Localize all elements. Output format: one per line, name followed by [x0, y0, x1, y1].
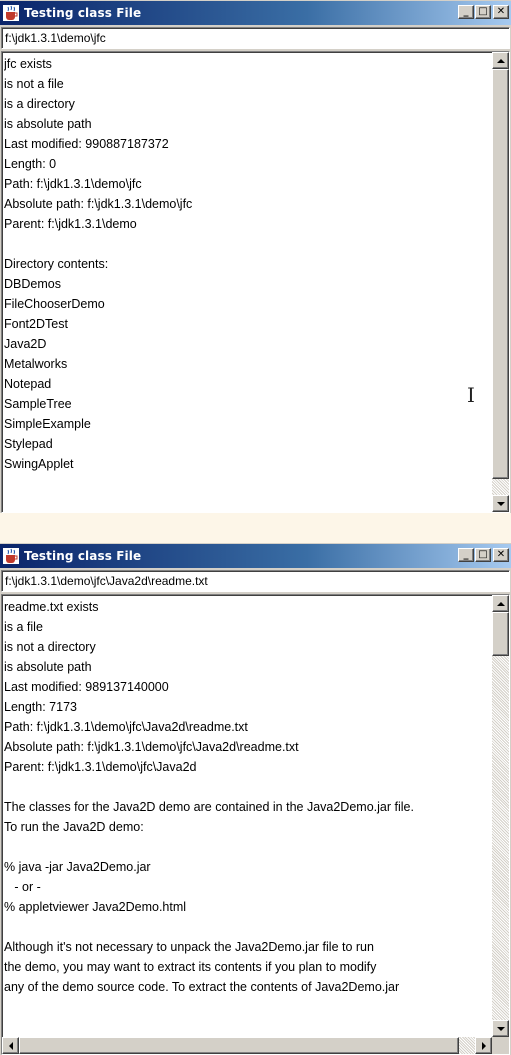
- output-line: Notepad: [4, 377, 52, 391]
- output-line: Path: f:\jdk1.3.1\demo\jfc\Java2d\readme…: [4, 720, 248, 734]
- minimize-button[interactable]: _: [458, 548, 474, 562]
- output-line: Path: f:\jdk1.3.1\demo\jfc: [4, 177, 142, 191]
- arrow-up-icon: [496, 58, 505, 63]
- output-line: Directory contents:: [4, 257, 109, 271]
- path-input[interactable]: f:\jdk1.3.1\demo\jfc: [1, 27, 510, 49]
- window-title: Testing class File: [24, 6, 142, 20]
- scroll-down-button[interactable]: [492, 1020, 509, 1037]
- output-text-area[interactable]: readme.txt exists is a file is not a direc…: [1, 594, 510, 1055]
- output-text[interactable]: readme.txt exists is a file is not a direc…: [4, 597, 491, 1036]
- close-icon: ✕: [496, 6, 506, 17]
- output-line: is not a file: [4, 77, 64, 91]
- output-line: SwingApplet: [4, 457, 74, 471]
- scrollbar-corner: [492, 1037, 509, 1054]
- output-line: Although it's not necessary to unpack th…: [4, 940, 374, 954]
- output-line: DBDemos: [4, 277, 61, 291]
- output-line: To run the Java2D demo:: [4, 820, 144, 834]
- output-line: Last modified: 990887187372: [4, 137, 169, 151]
- window-file-test: Testing class File _ □ ✕ f:\jdk1.3.1\dem…: [0, 543, 511, 1055]
- path-input[interactable]: f:\jdk1.3.1\demo\jfc\Java2d\readme.txt: [1, 570, 510, 592]
- output-line: Parent: f:\jdk1.3.1\demo\jfc\Java2d: [4, 760, 197, 774]
- arrow-left-icon: [8, 1041, 13, 1050]
- close-button[interactable]: ✕: [493, 5, 509, 19]
- scroll-right-button[interactable]: [475, 1037, 492, 1054]
- output-line: - or -: [4, 880, 41, 894]
- maximize-button[interactable]: □: [475, 548, 491, 562]
- minimize-icon: _: [463, 549, 469, 560]
- arrow-down-icon: [496, 501, 505, 506]
- scroll-up-button[interactable]: [492, 595, 509, 612]
- output-line: is not a directory: [4, 640, 96, 654]
- output-line: is a directory: [4, 97, 75, 111]
- scroll-down-button[interactable]: [492, 495, 509, 512]
- output-line: % appletviewer Java2Demo.html: [4, 900, 187, 914]
- minimize-button[interactable]: _: [458, 5, 474, 19]
- arrow-down-icon: [496, 1026, 505, 1031]
- output-line: is absolute path: [4, 117, 92, 131]
- scroll-thumb[interactable]: [492, 69, 509, 479]
- java-coffee-cup-icon[interactable]: [3, 5, 19, 21]
- text-ibeam-cursor: I: [467, 383, 475, 407]
- scroll-thumb[interactable]: [492, 612, 509, 656]
- close-icon: ✕: [496, 549, 506, 560]
- output-line: Font2DTest: [4, 317, 68, 331]
- output-line: % java -jar Java2Demo.jar: [4, 860, 151, 874]
- window-title: Testing class File: [24, 549, 142, 563]
- output-line: Absolute path: f:\jdk1.3.1\demo\jfc: [4, 197, 193, 211]
- output-line: is absolute path: [4, 660, 92, 674]
- close-button[interactable]: ✕: [493, 548, 509, 562]
- output-line: the demo, you may want to extract its co…: [4, 960, 377, 974]
- horizontal-scrollbar[interactable]: [2, 1037, 492, 1054]
- output-line: The classes for the Java2D demo are cont…: [4, 800, 414, 814]
- output-line: readme.txt exists: [4, 600, 99, 614]
- horizontal-scroll-thumb[interactable]: [19, 1037, 459, 1054]
- vertical-scrollbar[interactable]: [492, 52, 509, 512]
- maximize-icon: □: [478, 549, 488, 560]
- output-line: is a file: [4, 620, 43, 634]
- title-bar[interactable]: Testing class File _ □ ✕: [0, 1, 511, 25]
- output-line: Java2D: [4, 337, 47, 351]
- scroll-up-button[interactable]: [492, 52, 509, 69]
- output-line: Absolute path: f:\jdk1.3.1\demo\jfc\Java…: [4, 740, 299, 754]
- title-bar[interactable]: Testing class File _ □ ✕: [0, 544, 511, 568]
- output-line: Metalworks: [4, 357, 68, 371]
- vertical-scrollbar[interactable]: [492, 595, 509, 1037]
- output-line: Parent: f:\jdk1.3.1\demo: [4, 217, 137, 231]
- output-line: Length: 7173: [4, 700, 77, 714]
- output-line: FileChooserDemo: [4, 297, 105, 311]
- maximize-button[interactable]: □: [475, 5, 491, 19]
- output-line: any of the demo source code. To extract …: [4, 980, 400, 994]
- arrow-up-icon: [496, 601, 505, 606]
- maximize-icon: □: [478, 6, 488, 17]
- output-line: Length: 0: [4, 157, 57, 171]
- java-coffee-cup-icon[interactable]: [3, 548, 19, 564]
- output-line: Last modified: 989137140000: [4, 680, 169, 694]
- scroll-left-button[interactable]: [2, 1037, 19, 1054]
- arrow-right-icon: [481, 1041, 486, 1050]
- output-text-area[interactable]: jfc exists is not a file is a directory is …: [1, 51, 510, 513]
- window-directory-test: Testing class File _ □ ✕ f:\jdk1.3.1\dem…: [0, 0, 511, 513]
- output-line: SampleTree: [4, 397, 72, 411]
- output-text[interactable]: jfc exists is not a file is a directory is …: [4, 54, 491, 512]
- output-line: SimpleExample: [4, 417, 91, 431]
- minimize-icon: _: [463, 6, 469, 17]
- output-line: jfc exists: [4, 57, 52, 71]
- output-line: Stylepad: [4, 437, 53, 451]
